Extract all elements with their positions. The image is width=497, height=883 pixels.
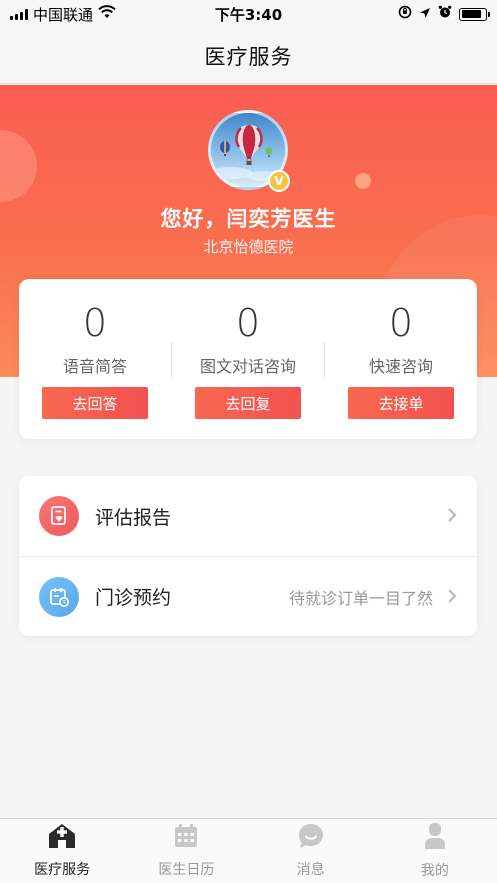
cell-signal-icon [10,8,28,20]
profile-icon [423,822,447,854]
tab-label: 医疗服务 [34,862,91,878]
decorative-bubble [0,130,37,202]
location-arrow-icon [419,5,431,23]
page-title: 医疗服务 [204,44,293,69]
menu-item-outpatient-appointment[interactable]: 门诊预约 待就诊订单一目了然 [19,556,477,636]
nav-bar: 医疗服务 [0,28,497,84]
report-icon [39,496,79,536]
stat-quick-consult: 0 快速咨询 去接单 [325,279,477,439]
service-menu: 评估报告 门诊预约 待就诊订单一目了然 [19,476,477,636]
decorative-bubble [355,173,371,189]
tab-profile[interactable]: 我的 [373,819,497,883]
battery-icon [459,7,490,21]
menu-item-description: 待就诊订单一目了然 [288,588,433,608]
answer-button[interactable]: 去回答 [42,387,148,419]
status-time: 下午3:40 [214,5,283,24]
consultation-stats-card: 0 语音简答 去回答 0 图文对话咨询 去回复 0 快速咨询 去接单 [19,279,477,439]
carrier-name: 中国联通 [33,5,94,24]
stat-count: 0 [82,301,108,345]
medical-service-icon [48,823,76,853]
stat-label: 快速咨询 [368,357,433,376]
verified-badge-icon: V [268,170,290,192]
stat-voice-answer: 0 语音简答 去回答 [19,279,171,439]
hospital-name: 北京怡德医院 [203,238,294,256]
menu-item-label: 评估报告 [95,506,172,529]
alarm-icon [438,5,452,23]
calendar-clock-icon [39,576,79,617]
calendar-icon [173,823,199,853]
stat-text-consult: 0 图文对话咨询 去回复 [172,279,324,439]
status-bar: 中国联通 下午3:40 [0,0,497,28]
menu-item-label: 门诊预约 [95,587,172,609]
doctor-greeting: 您好，闫奕芳医生 [160,207,337,231]
stat-count: 0 [388,301,414,345]
reply-button[interactable]: 去回复 [195,387,301,419]
chevron-right-icon [447,585,457,609]
chevron-right-icon [447,504,457,528]
stat-label: 语音简答 [62,357,127,376]
tab-label: 我的 [420,863,449,879]
tab-label: 消息 [296,862,325,878]
tab-label: 医生日历 [158,862,215,878]
tab-messages[interactable]: 消息 [249,819,373,883]
stat-label: 图文对话咨询 [199,357,296,376]
tab-doctor-calendar[interactable]: 医生日历 [124,819,248,883]
message-icon [297,823,325,853]
wifi-icon [98,5,116,23]
menu-item-assessment-report[interactable]: 评估报告 [19,476,477,556]
bottom-tab-bar: 医疗服务 医生日历 消息 我的 [0,818,497,883]
stat-count: 0 [235,301,261,345]
accept-order-button[interactable]: 去接单 [348,387,454,419]
orientation-lock-icon [398,5,412,23]
tab-medical-service[interactable]: 医疗服务 [0,819,124,883]
